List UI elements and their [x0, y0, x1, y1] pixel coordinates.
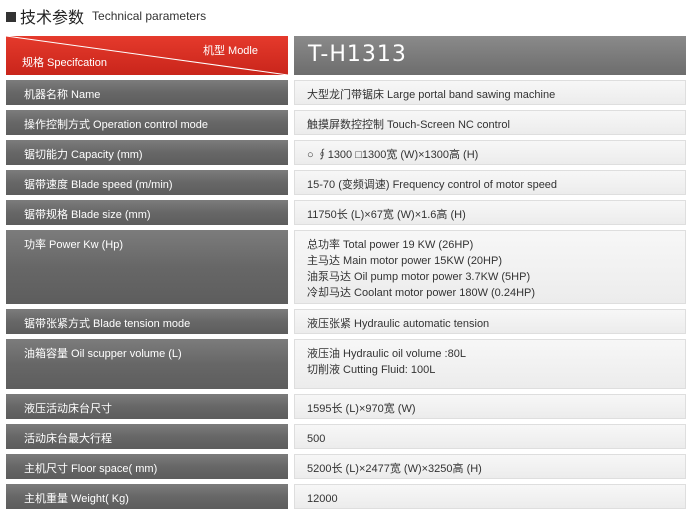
- table-row: 操作控制方式 Operation control mode 触摸屏数控控制 To…: [6, 110, 686, 135]
- table-row: 主机尺寸 Floor space( mm) 5200长 (L)×2477宽 (W…: [6, 454, 686, 479]
- table-row: 活动床台最大行程 500: [6, 424, 686, 449]
- row-value: 15-70 (变频调速) Frequency control of motor …: [294, 170, 686, 195]
- row-label: 锯带规格 Blade size (mm): [6, 200, 288, 225]
- value-line: 5200长 (L)×2477宽 (W)×3250高 (H): [307, 463, 482, 475]
- row-label: 主机重量 Weight( Kg): [6, 484, 288, 509]
- model-value: T-H1313: [294, 36, 686, 75]
- value-line: 12000: [307, 493, 338, 505]
- row-value: ○ ∮1300 □1300宽 (W)×1300高 (H): [294, 140, 686, 165]
- row-value: 1595长 (L)×970宽 (W): [294, 394, 686, 419]
- table-row: 锯带张紧方式 Blade tension mode 液压张紧 Hydraulic…: [6, 309, 686, 334]
- value-line: 液压油 Hydraulic oil volume :80L: [307, 348, 466, 360]
- table-row: 功率 Power Kw (Hp) 总功率 Total power 19 KW (…: [6, 230, 686, 304]
- value-line: 切削液 Cutting Fluid: 100L: [307, 364, 436, 376]
- section-title-zh: 技术参数: [20, 8, 85, 27]
- value-line: 1595长 (L)×970宽 (W): [307, 403, 416, 415]
- row-value: 大型龙门带锯床 Large portal band sawing machine: [294, 80, 686, 105]
- value-line: 液压张紧 Hydraulic automatic tension: [307, 318, 490, 330]
- row-label: 锯带张紧方式 Blade tension mode: [6, 309, 288, 334]
- table-row: 锯带速度 Blade speed (m/min) 15-70 (变频调速) Fr…: [6, 170, 686, 195]
- section-title-en: Technical parameters: [92, 9, 207, 23]
- bullet-square-icon: [6, 12, 16, 22]
- row-label: 主机尺寸 Floor space( mm): [6, 454, 288, 479]
- row-value: 液压张紧 Hydraulic automatic tension: [294, 309, 686, 334]
- row-label: 操作控制方式 Operation control mode: [6, 110, 288, 135]
- row-value: 5200长 (L)×2477宽 (W)×3250高 (H): [294, 454, 686, 479]
- row-value: 11750长 (L)×67宽 (W)×1.6高 (H): [294, 200, 686, 225]
- row-label: 油箱容量 Oil scupper volume (L): [6, 339, 288, 389]
- table-row: 油箱容量 Oil scupper volume (L) 液压油 Hydrauli…: [6, 339, 686, 389]
- spec-table: 机型 Modle 规格 Specifcation T-H1313 机器名称 Na…: [6, 36, 686, 514]
- value-line: 总功率 Total power 19 KW (26HP): [307, 239, 474, 251]
- row-label: 锯切能力 Capacity (mm): [6, 140, 288, 165]
- value-line: 11750长 (L)×67宽 (W)×1.6高 (H): [307, 209, 466, 221]
- row-value: 12000: [294, 484, 686, 509]
- row-value: 总功率 Total power 19 KW (26HP) 主马达 Main mo…: [294, 230, 686, 304]
- model-label: 机型 Modle: [202, 45, 258, 57]
- table-header-row: 机型 Modle 规格 Specifcation T-H1313: [6, 36, 686, 75]
- row-label: 液压活动床台尺寸: [6, 394, 288, 419]
- header-corner-cell: 机型 Modle 规格 Specifcation: [6, 36, 288, 75]
- section-header: 技术参数 Technical parameters: [6, 4, 686, 28]
- value-line: 触摸屏数控控制 Touch-Screen NC control: [307, 119, 510, 131]
- row-label: 活动床台最大行程: [6, 424, 288, 449]
- value-line: 主马达 Main motor power 15KW (20HP): [307, 255, 502, 267]
- value-line: 500: [307, 433, 326, 445]
- value-line: 油泵马达 Oil pump motor power 3.7KW (5HP): [307, 271, 531, 283]
- row-label: 机器名称 Name: [6, 80, 288, 105]
- value-line: 15-70 (变频调速) Frequency control of motor …: [307, 179, 558, 191]
- value-line: 冷却马达 Coolant motor power 180W (0.24HP): [307, 287, 536, 299]
- table-row: 锯切能力 Capacity (mm) ○ ∮1300 □1300宽 (W)×13…: [6, 140, 686, 165]
- table-row: 主机重量 Weight( Kg) 12000: [6, 484, 686, 509]
- table-row: 锯带规格 Blade size (mm) 11750长 (L)×67宽 (W)×…: [6, 200, 686, 225]
- table-row: 液压活动床台尺寸 1595长 (L)×970宽 (W): [6, 394, 686, 419]
- row-label: 功率 Power Kw (Hp): [6, 230, 288, 304]
- spec-label: 规格 Specifcation: [22, 57, 107, 69]
- value-line: ○ ∮1300 □1300宽 (W)×1300高 (H): [307, 149, 479, 161]
- row-value: 500: [294, 424, 686, 449]
- row-value: 触摸屏数控控制 Touch-Screen NC control: [294, 110, 686, 135]
- table-row: 机器名称 Name 大型龙门带锯床 Large portal band sawi…: [6, 80, 686, 105]
- row-value: 液压油 Hydraulic oil volume :80L 切削液 Cuttin…: [294, 339, 686, 389]
- value-line: 大型龙门带锯床 Large portal band sawing machine: [307, 89, 556, 101]
- row-label: 锯带速度 Blade speed (m/min): [6, 170, 288, 195]
